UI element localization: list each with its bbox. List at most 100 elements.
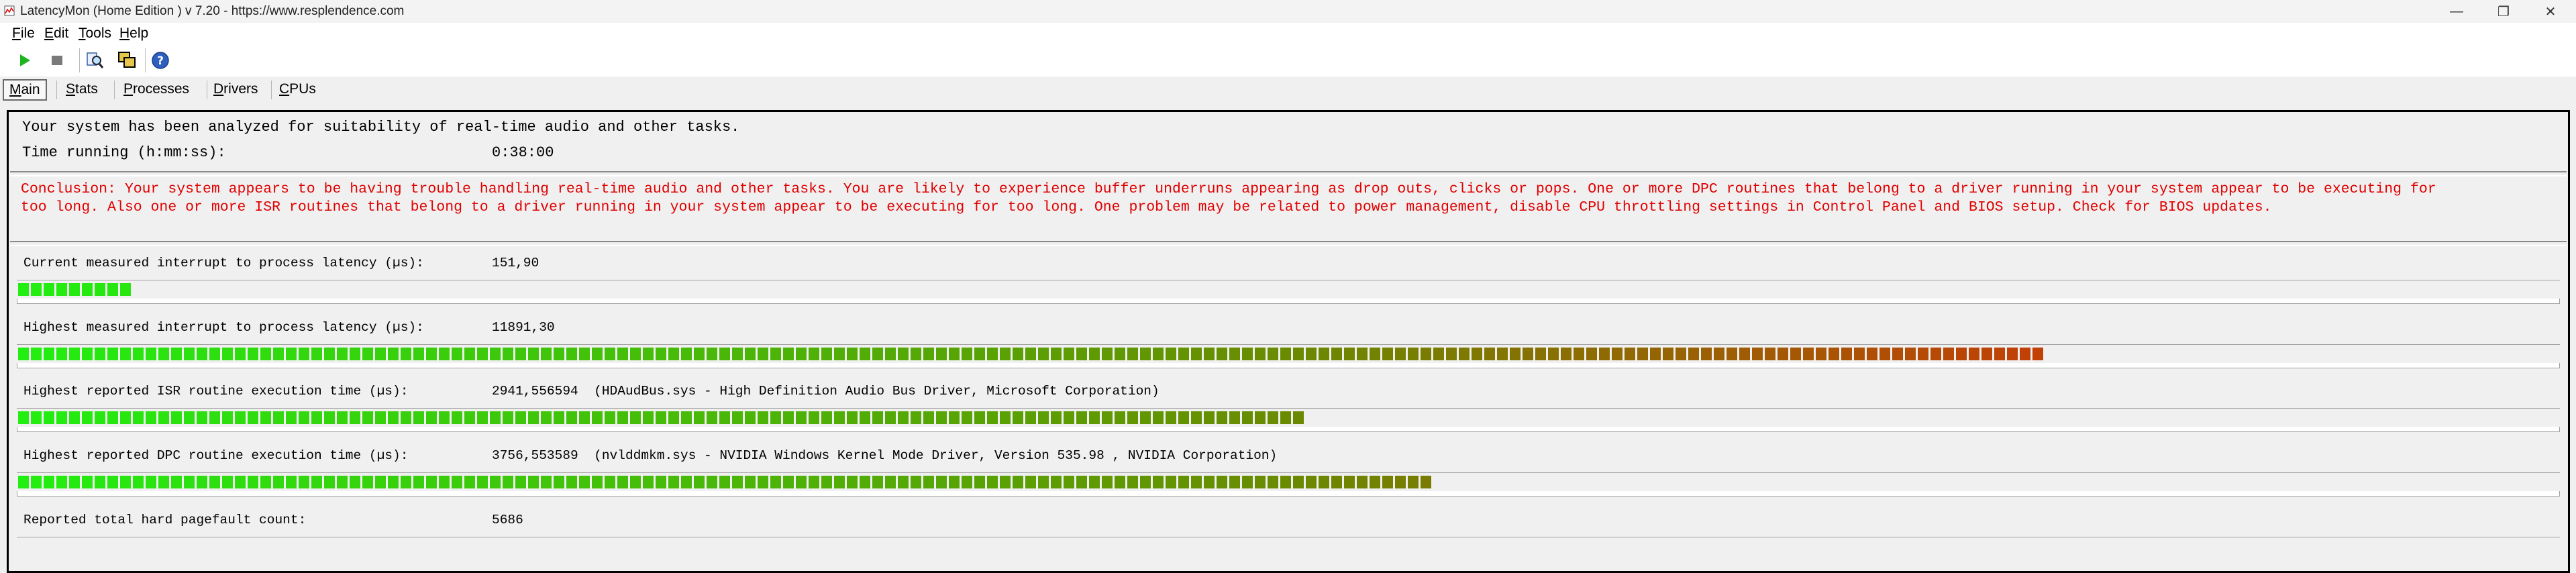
bar-segment bbox=[235, 348, 246, 360]
windows-button[interactable] bbox=[115, 50, 138, 71]
bar-segment bbox=[911, 348, 921, 360]
bar-segment bbox=[605, 411, 615, 424]
bar-segment bbox=[107, 411, 118, 424]
bar-segment bbox=[809, 476, 819, 488]
bar-segment bbox=[311, 411, 322, 424]
bar-segment bbox=[388, 411, 399, 424]
pagefault-label: Reported total hard pagefault count: bbox=[23, 513, 307, 527]
main-panel: Your system has been analyzed for suitab… bbox=[7, 110, 2570, 573]
bar-segment bbox=[1688, 348, 1699, 360]
time-running-value: 0:38:00 bbox=[492, 144, 554, 161]
bar-segment bbox=[18, 476, 29, 488]
bar-segment bbox=[452, 411, 462, 424]
bar-segment bbox=[120, 348, 131, 360]
bar-segment bbox=[248, 411, 258, 424]
tab-separator bbox=[56, 81, 57, 99]
bar-segment bbox=[286, 476, 297, 488]
bar-segment bbox=[107, 348, 118, 360]
bar-segment bbox=[1395, 348, 1406, 360]
minimize-button[interactable]: — bbox=[2433, 0, 2480, 23]
menu-tools[interactable]: Tools bbox=[79, 25, 111, 42]
tab-processes[interactable]: Processes bbox=[118, 79, 195, 99]
bar-segment bbox=[260, 476, 271, 488]
tab-cpus[interactable]: C PUs bbox=[274, 79, 321, 99]
bar-segment bbox=[707, 411, 717, 424]
bar-segment bbox=[248, 476, 258, 488]
bar-segment bbox=[541, 411, 552, 424]
bar-segment bbox=[56, 411, 67, 424]
tab-drivers[interactable]: Drivers bbox=[208, 79, 264, 99]
bar-segment bbox=[1204, 348, 1215, 360]
bar-segment bbox=[885, 411, 896, 424]
bar-segment bbox=[758, 411, 768, 424]
bar-segment bbox=[286, 348, 297, 360]
bar-segment bbox=[566, 348, 577, 360]
find-button[interactable] bbox=[83, 50, 106, 71]
bar-segment bbox=[413, 348, 424, 360]
bar-segment bbox=[617, 476, 628, 488]
bar-segment bbox=[184, 348, 195, 360]
bar-segment bbox=[1994, 348, 2005, 360]
bar-segment bbox=[770, 348, 781, 360]
bar-segment bbox=[694, 411, 705, 424]
start-button[interactable] bbox=[13, 50, 36, 71]
menu-edit[interactable]: Edit bbox=[44, 25, 68, 42]
bar-segment bbox=[579, 411, 590, 424]
bar-segment bbox=[1612, 348, 1622, 360]
bar-segment bbox=[1841, 348, 1852, 360]
bar-segment bbox=[209, 411, 220, 424]
bar-segment bbox=[745, 348, 756, 360]
close-button[interactable]: ✕ bbox=[2527, 0, 2574, 23]
bar-segment bbox=[554, 348, 564, 360]
stop-button[interactable] bbox=[46, 50, 68, 71]
bar-segment bbox=[69, 283, 80, 296]
bar-segment bbox=[1357, 348, 1368, 360]
menu-help[interactable]: Help bbox=[119, 25, 148, 42]
bar-segment bbox=[362, 411, 373, 424]
bar-segment bbox=[18, 283, 29, 296]
bar-segment bbox=[235, 476, 246, 488]
bar-segment bbox=[1459, 348, 1470, 360]
windows-icon bbox=[118, 52, 136, 68]
bar-segment bbox=[426, 411, 437, 424]
bar-segment bbox=[1102, 476, 1113, 488]
bar-segment bbox=[503, 348, 513, 360]
bar-segment bbox=[1025, 476, 1036, 488]
maximize-button[interactable]: ❐ bbox=[2480, 0, 2527, 23]
bar-segment bbox=[911, 411, 921, 424]
bar-segment bbox=[515, 348, 526, 360]
bar-segment bbox=[324, 476, 335, 488]
bar-segment bbox=[1280, 476, 1291, 488]
bar-segment bbox=[847, 411, 858, 424]
isr-time-number: 2941,556594 bbox=[492, 384, 578, 399]
bar-segment bbox=[617, 411, 628, 424]
bar-segment bbox=[1599, 348, 1610, 360]
bar-segment bbox=[1969, 348, 1979, 360]
bar-segment bbox=[44, 283, 54, 296]
bar-segment bbox=[1025, 411, 1036, 424]
bar-segment bbox=[133, 411, 144, 424]
help-button[interactable]: ? bbox=[149, 50, 172, 71]
bar-segment bbox=[1255, 348, 1266, 360]
bar-segment bbox=[1242, 411, 1253, 424]
tab-stats[interactable]: Stats bbox=[60, 79, 103, 99]
bar-segment bbox=[1191, 476, 1202, 488]
bar-segment bbox=[1625, 348, 1635, 360]
dpc-time-bar bbox=[17, 472, 2560, 490]
bar-segment bbox=[350, 476, 360, 488]
bar-segment bbox=[643, 348, 654, 360]
bar-segment bbox=[1166, 411, 1176, 424]
bar-segment bbox=[1943, 348, 1954, 360]
bar-segment bbox=[796, 348, 807, 360]
bar-segment bbox=[1548, 348, 1559, 360]
tab-main[interactable]: Main bbox=[3, 79, 47, 101]
bar-segment bbox=[1561, 348, 1572, 360]
bar-segment bbox=[962, 411, 972, 424]
bar-segment bbox=[1421, 476, 1431, 488]
bar-segment bbox=[69, 411, 80, 424]
bar-segment bbox=[1076, 411, 1087, 424]
bar-segment bbox=[987, 411, 998, 424]
menu-file[interactable]: File bbox=[12, 25, 35, 42]
bar-segment bbox=[44, 411, 54, 424]
bar-segment bbox=[350, 348, 360, 360]
